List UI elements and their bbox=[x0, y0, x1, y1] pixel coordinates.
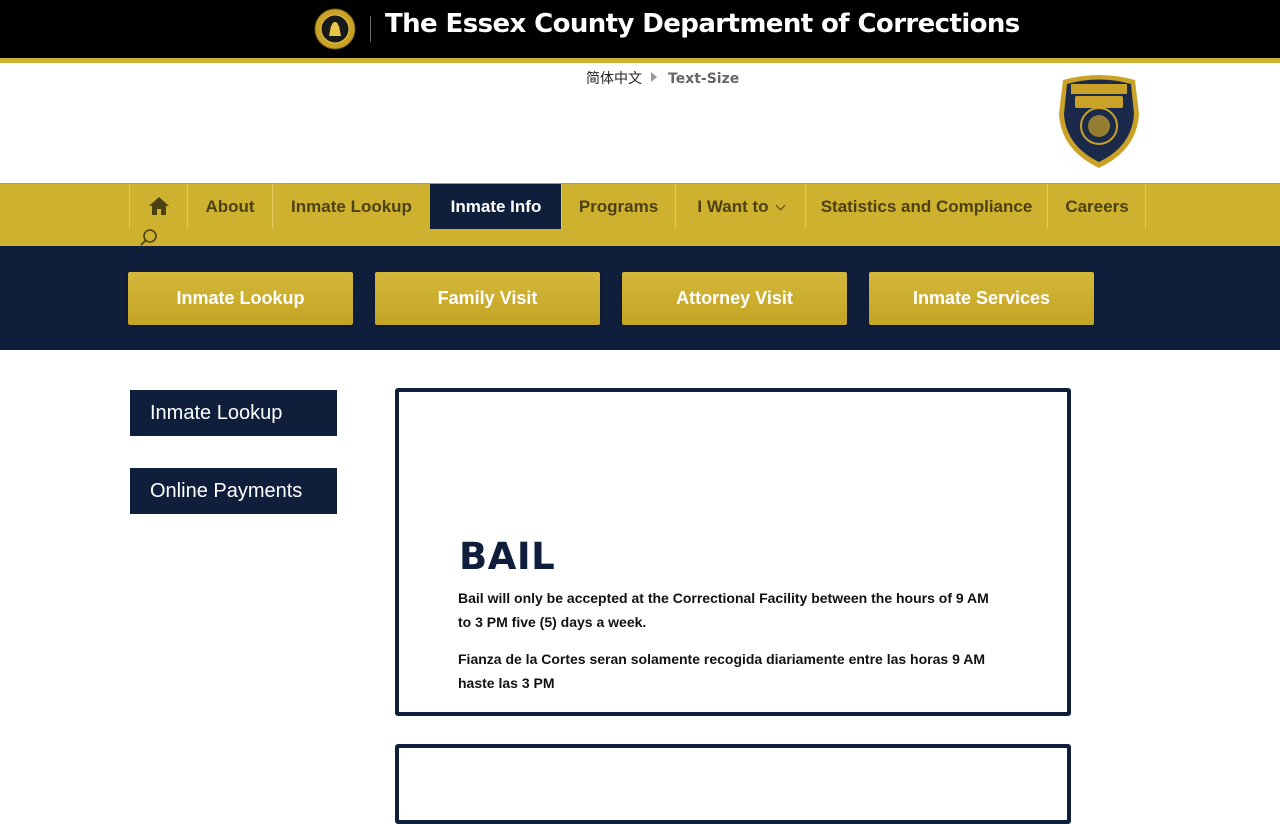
bail-card: BAIL Bail will only be accepted at the C… bbox=[395, 388, 1071, 716]
gold-stripe bbox=[0, 58, 1280, 63]
chevron-down-icon bbox=[775, 200, 786, 211]
site-title[interactable]: The Essex County Department of Correctio… bbox=[385, 9, 1020, 39]
language-chinese-link[interactable]: 简体中文 bbox=[586, 68, 642, 88]
bail-text-spanish: Fianza de la Cortes seran solamente reco… bbox=[458, 651, 986, 691]
quick-family-visit-button[interactable]: Family Visit bbox=[375, 272, 600, 325]
sidebar-online-payments-button[interactable]: Online Payments bbox=[130, 468, 337, 514]
home-icon bbox=[148, 196, 169, 215]
nav-about[interactable]: About bbox=[187, 184, 272, 229]
header-divider bbox=[370, 16, 371, 42]
nav-inmate-info-label: Inmate Info bbox=[450, 197, 542, 216]
nav-programs[interactable]: Programs bbox=[561, 184, 675, 229]
nav-programs-label: Programs bbox=[578, 197, 659, 216]
nav-inmate-lookup[interactable]: Inmate Lookup bbox=[272, 184, 430, 229]
nav-careers[interactable]: Careers bbox=[1047, 184, 1146, 229]
nav-inmate-lookup-label: Inmate Lookup bbox=[291, 197, 412, 216]
quick-links-band: Inmate Lookup Family Visit Attorney Visi… bbox=[0, 246, 1280, 350]
nav-careers-label: Careers bbox=[1065, 197, 1129, 216]
nav-divider bbox=[1145, 184, 1146, 229]
nav-statistics-label: Statistics and Compliance bbox=[820, 197, 1033, 216]
quick-attorney-visit-button[interactable]: Attorney Visit bbox=[622, 272, 847, 325]
search-icon[interactable] bbox=[139, 228, 159, 248]
nav-about-label: About bbox=[205, 197, 255, 216]
main-navigation: About Inmate Lookup Inmate Info Programs… bbox=[0, 183, 1280, 247]
next-info-card bbox=[395, 744, 1071, 824]
quick-inmate-services-button[interactable]: Inmate Services bbox=[869, 272, 1094, 325]
county-seal-logo[interactable] bbox=[314, 8, 356, 50]
caret-right-icon bbox=[651, 72, 657, 82]
text-size-control[interactable]: Text-Size bbox=[668, 71, 739, 87]
bail-heading: BAIL bbox=[459, 535, 556, 578]
quick-inmate-lookup-button[interactable]: Inmate Lookup bbox=[128, 272, 353, 325]
nav-i-want-to[interactable]: I Want to bbox=[675, 184, 805, 229]
sidebar-inmate-lookup-button[interactable]: Inmate Lookup bbox=[130, 390, 337, 436]
nav-i-want-to-label: I Want to bbox=[697, 197, 769, 216]
nav-inmate-info[interactable]: Inmate Info bbox=[430, 184, 561, 229]
bail-text-english: Bail will only be accepted at the Correc… bbox=[458, 590, 989, 630]
police-badge-logo[interactable] bbox=[1057, 74, 1141, 170]
nav-statistics[interactable]: Statistics and Compliance bbox=[805, 184, 1047, 229]
top-banner: The Essex County Department of Correctio… bbox=[0, 0, 1280, 58]
nav-home[interactable] bbox=[129, 184, 187, 229]
